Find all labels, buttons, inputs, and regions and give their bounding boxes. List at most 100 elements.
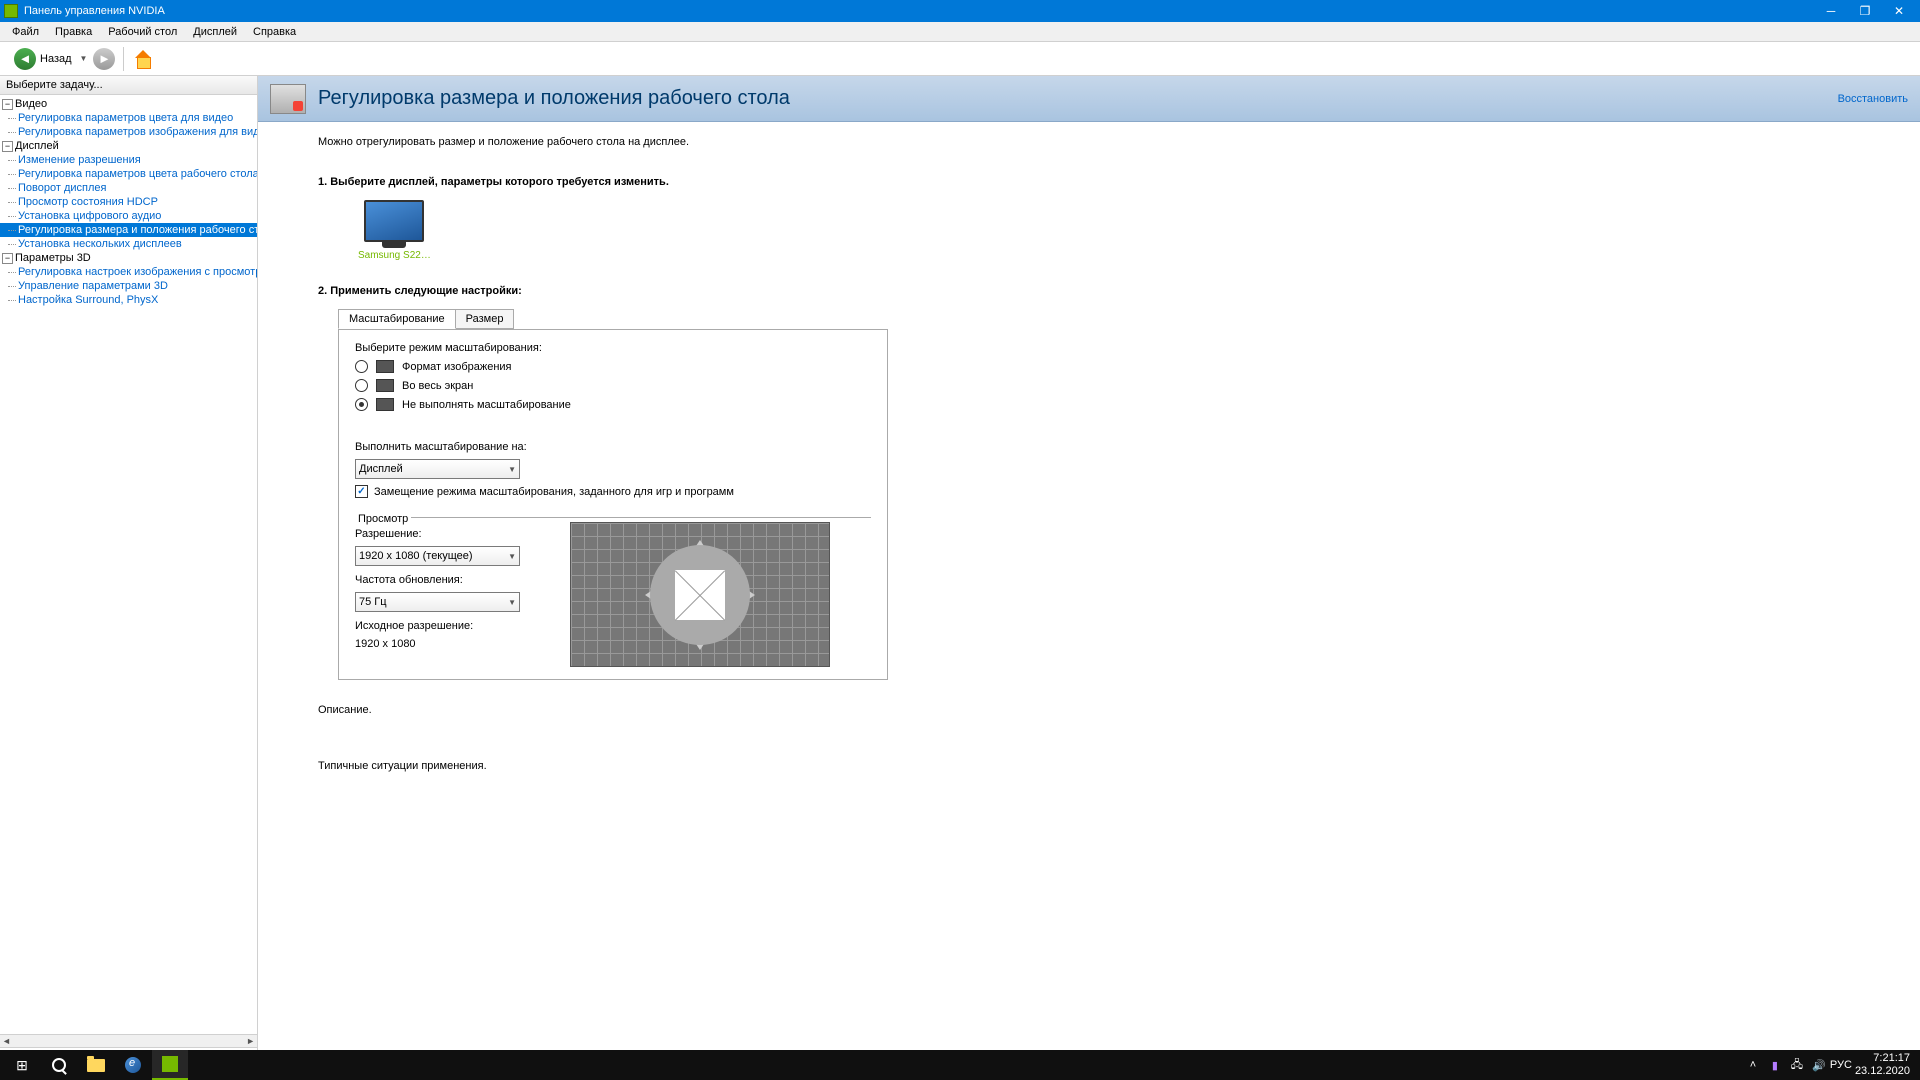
restore-defaults-link[interactable]: Восстановить — [1838, 93, 1908, 105]
refresh-select[interactable]: 75 Гц ▼ — [355, 592, 520, 612]
tree-item[interactable]: Поворот дисплея — [0, 181, 257, 195]
page-icon — [270, 84, 306, 114]
refresh-label: Частота обновления: — [355, 574, 520, 586]
menu-help[interactable]: Справка — [245, 24, 304, 40]
preview-label: Просмотр — [355, 513, 411, 525]
tray-chevron-icon[interactable]: ˄ — [1745, 1057, 1761, 1073]
start-button[interactable]: ⊞ — [4, 1050, 40, 1080]
menu-edit[interactable]: Правка — [47, 24, 100, 40]
tree-item[interactable]: Установка цифрового аудио — [0, 209, 257, 223]
resolution-value: 1920 x 1080 (текущее) — [359, 550, 473, 562]
menu-desktop[interactable]: Рабочий стол — [100, 24, 185, 40]
back-button[interactable]: ◄ Назад — [8, 46, 78, 72]
step2-header: 2. Применить следующие настройки: — [318, 285, 1860, 297]
override-label: Замещение режима масштабирования, заданн… — [374, 486, 734, 498]
collapse-icon[interactable]: − — [2, 141, 13, 152]
chevron-down-icon: ▼ — [508, 598, 516, 607]
scroll-track[interactable] — [13, 1035, 244, 1048]
tree-item[interactable]: Установка нескольких дисплеев — [0, 237, 257, 251]
nvidia-icon — [162, 1056, 178, 1072]
radio-aspect[interactable] — [355, 360, 368, 373]
resolution-label: Разрешение: — [355, 528, 520, 540]
menu-file[interactable]: Файл — [4, 24, 47, 40]
maximize-button[interactable]: ❐ — [1848, 0, 1882, 22]
intro-text: Можно отрегулировать размер и положение … — [318, 136, 1860, 148]
back-dropdown[interactable]: ▼ — [80, 54, 88, 63]
perform-on-value: Дисплей — [359, 463, 403, 475]
radio-fullscreen[interactable] — [355, 379, 368, 392]
task-tree: −Видео Регулировка параметров цвета для … — [0, 95, 257, 1034]
browser-icon — [125, 1057, 141, 1073]
clock[interactable]: 7:21:17 23.12.2020 — [1855, 1052, 1916, 1078]
tree-item[interactable]: Регулировка настроек изображения с просм… — [0, 265, 257, 279]
tree-category-3d[interactable]: −Параметры 3D — [0, 251, 257, 265]
home-button[interactable] — [132, 48, 154, 70]
tree-item[interactable]: Управление параметрами 3D — [0, 279, 257, 293]
back-label: Назад — [40, 53, 72, 65]
scroll-left-icon[interactable]: ◄ — [2, 1036, 11, 1046]
description-label: Описание. — [318, 704, 1860, 716]
tray-network-icon[interactable]: 🖧 — [1789, 1057, 1805, 1073]
collapse-icon[interactable]: − — [2, 253, 13, 264]
aspect-icon — [376, 360, 394, 373]
fieldset-line — [355, 517, 871, 518]
minimize-button[interactable]: ─ — [1814, 0, 1848, 22]
tree-item[interactable]: Настройка Surround, PhysX — [0, 293, 257, 307]
menu-display[interactable]: Дисплей — [185, 24, 245, 40]
folder-icon — [87, 1059, 105, 1072]
back-arrow-icon: ◄ — [14, 48, 36, 70]
tree-item[interactable]: Регулировка параметров цвета для видео — [0, 111, 257, 125]
radio-fullscreen-label: Во весь экран — [402, 380, 473, 392]
tab-panel-scaling: Выберите режим масштабирования: Формат и… — [338, 329, 888, 680]
tray-app-icon[interactable]: ▮ — [1767, 1057, 1783, 1073]
radio-noscale-label: Не выполнять масштабирование — [402, 399, 571, 411]
collapse-icon[interactable]: − — [2, 99, 13, 110]
perform-on-label: Выполнить масштабирование на: — [355, 441, 871, 453]
forward-button[interactable]: ► — [93, 48, 115, 70]
radio-noscale[interactable] — [355, 398, 368, 411]
sidebar-header: Выберите задачу... — [0, 76, 257, 95]
native-res-value: 1920 x 1080 — [355, 638, 520, 650]
clock-date: 23.12.2020 — [1855, 1065, 1910, 1078]
step1-header: 1. Выберите дисплей, параметры которого … — [318, 176, 1860, 188]
native-res-label: Исходное разрешение: — [355, 620, 520, 632]
tree-category-video[interactable]: −Видео — [0, 97, 257, 111]
explorer-button[interactable] — [78, 1050, 114, 1080]
tree-item-selected[interactable]: Регулировка размера и положения рабочего… — [0, 223, 257, 237]
tray-volume-icon[interactable]: 🔊 — [1811, 1057, 1827, 1073]
tab-size[interactable]: Размер — [455, 309, 515, 329]
tab-scaling[interactable]: Масштабирование — [338, 309, 456, 329]
noscale-icon — [376, 398, 394, 411]
browser-button[interactable] — [115, 1050, 151, 1080]
tree-item[interactable]: Регулировка параметров изображения для в… — [0, 125, 257, 139]
nvidia-panel-button[interactable] — [152, 1050, 188, 1080]
perform-on-select[interactable]: Дисплей ▼ — [355, 459, 520, 479]
scroll-right-icon[interactable]: ► — [246, 1036, 255, 1046]
search-icon — [52, 1058, 66, 1072]
search-button[interactable] — [41, 1050, 77, 1080]
tree-item[interactable]: Регулировка параметров цвета рабочего ст… — [0, 167, 257, 181]
chevron-down-icon: ▼ — [508, 465, 516, 474]
tree-category-display[interactable]: −Дисплей — [0, 139, 257, 153]
display-selector[interactable]: Samsung S22… — [358, 200, 431, 261]
override-checkbox[interactable] — [355, 485, 368, 498]
windows-icon: ⊞ — [16, 1057, 28, 1074]
close-button[interactable]: ✕ — [1882, 0, 1916, 22]
app-icon — [4, 4, 18, 18]
scale-mode-label: Выберите режим масштабирования: — [355, 342, 871, 354]
refresh-value: 75 Гц — [359, 596, 387, 608]
radio-aspect-label: Формат изображения — [402, 361, 512, 373]
page-title: Регулировка размера и положения рабочего… — [318, 87, 790, 110]
horizontal-scrollbar[interactable]: ◄ ► — [0, 1034, 257, 1047]
tree-item[interactable]: Просмотр состояния HDCP — [0, 195, 257, 209]
scenarios-label: Типичные ситуации применения. — [318, 760, 1860, 772]
preview-image — [570, 522, 830, 667]
toolbar-separator — [123, 47, 124, 71]
resolution-select[interactable]: 1920 x 1080 (текущее) ▼ — [355, 546, 520, 566]
window-title: Панель управления NVIDIA — [24, 5, 165, 17]
chevron-down-icon: ▼ — [508, 552, 516, 561]
clock-time: 7:21:17 — [1855, 1052, 1910, 1065]
language-indicator[interactable]: РУС — [1833, 1057, 1849, 1073]
tree-item[interactable]: Изменение разрешения — [0, 153, 257, 167]
monitor-icon — [364, 200, 424, 242]
